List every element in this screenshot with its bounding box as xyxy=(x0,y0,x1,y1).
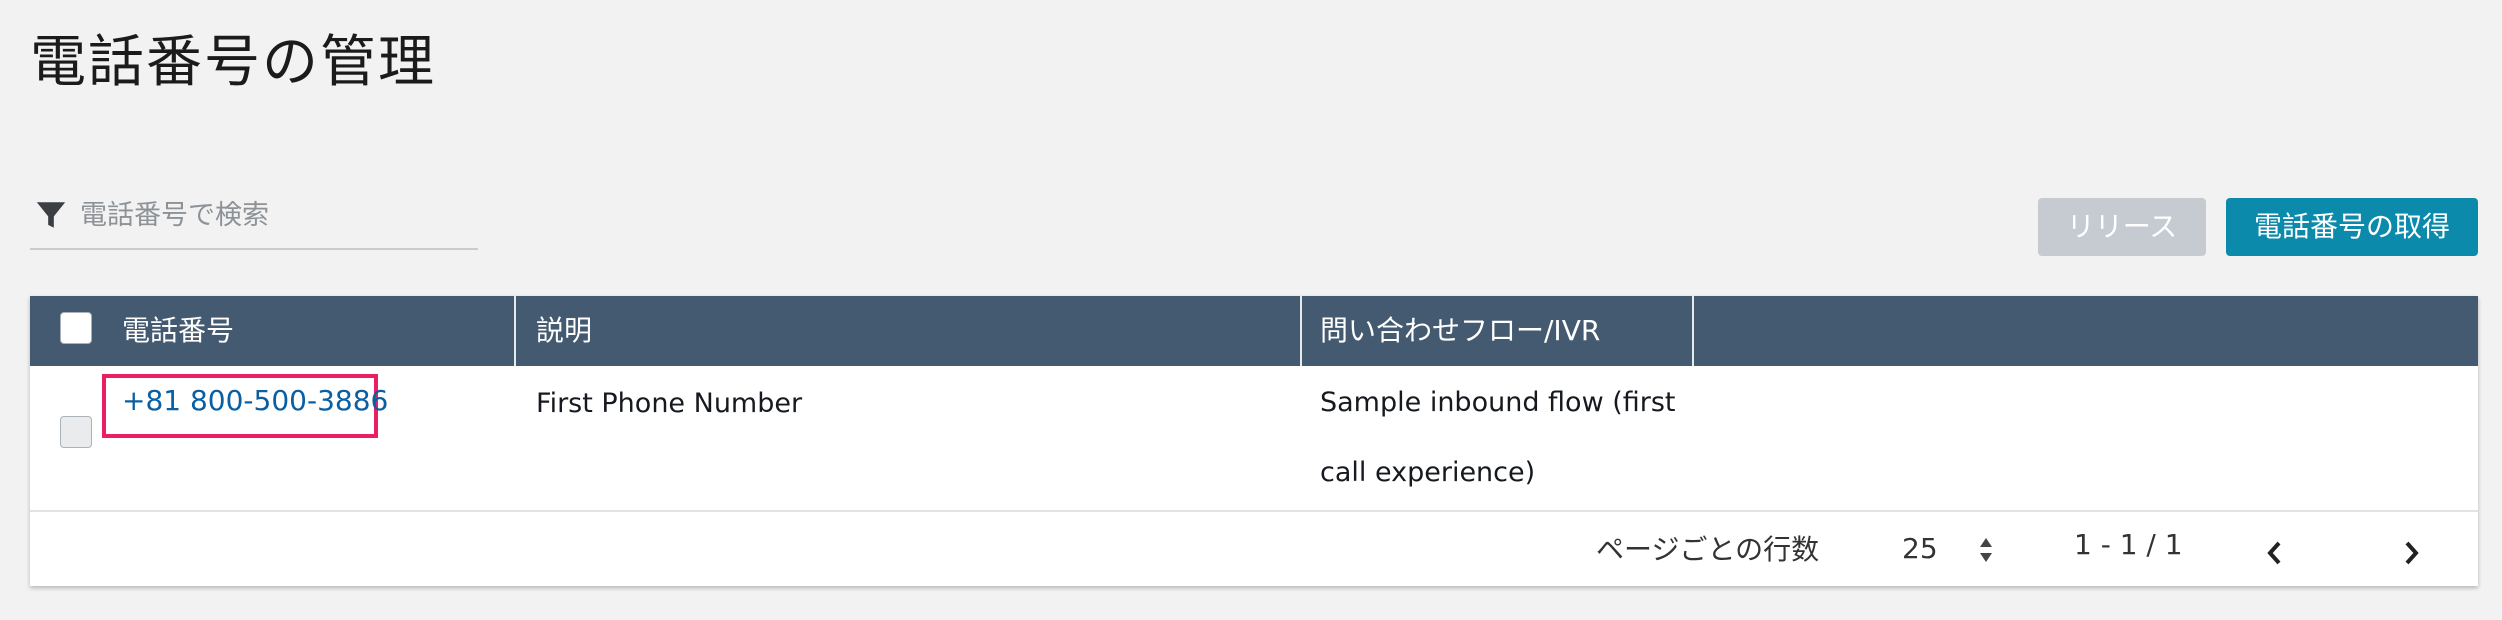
rows-per-page-label: ページごとの行数 xyxy=(1596,533,1820,566)
rows-per-page-select[interactable]: 25 xyxy=(1902,532,1938,565)
column-header-flow[interactable]: 問い合わせフロー/IVR xyxy=(1320,296,1600,366)
row-checkbox[interactable] xyxy=(60,416,92,448)
page-title: 電話番号の管理 xyxy=(30,30,436,95)
column-header-description[interactable]: 説明 xyxy=(536,296,592,366)
select-all-checkbox[interactable] xyxy=(60,312,92,344)
filter-icon xyxy=(36,202,66,228)
chevron-right-icon[interactable] xyxy=(2400,538,2422,568)
column-divider xyxy=(1692,296,1694,366)
footer-divider xyxy=(30,510,2478,512)
release-button[interactable]: リリース xyxy=(2038,198,2206,256)
chevron-left-icon[interactable] xyxy=(2264,538,2286,568)
pagination-range: 1 - 1 / 1 xyxy=(2074,528,2183,561)
sort-arrows-icon[interactable] xyxy=(1976,534,1996,566)
search-input[interactable] xyxy=(78,194,472,236)
table-header: 電話番号 説明 問い合わせフロー/IVR xyxy=(30,296,2478,366)
acquire-number-button[interactable]: 電話番号の取得 xyxy=(2226,198,2478,256)
search-bar[interactable] xyxy=(30,192,478,250)
column-divider xyxy=(1300,296,1302,366)
flow-cell: Sample inbound flow (first call experien… xyxy=(1320,387,1676,488)
rows-per-page-value: 25 xyxy=(1902,532,1938,565)
description-cell: First Phone Number xyxy=(536,388,803,419)
phone-number-link[interactable]: +81 800-500-3886 xyxy=(122,384,388,417)
column-header-phone[interactable]: 電話番号 xyxy=(122,296,234,366)
column-divider xyxy=(514,296,516,366)
phone-numbers-table: 電話番号 説明 問い合わせフロー/IVR +81 800-500-3886 Fi… xyxy=(30,296,2478,586)
